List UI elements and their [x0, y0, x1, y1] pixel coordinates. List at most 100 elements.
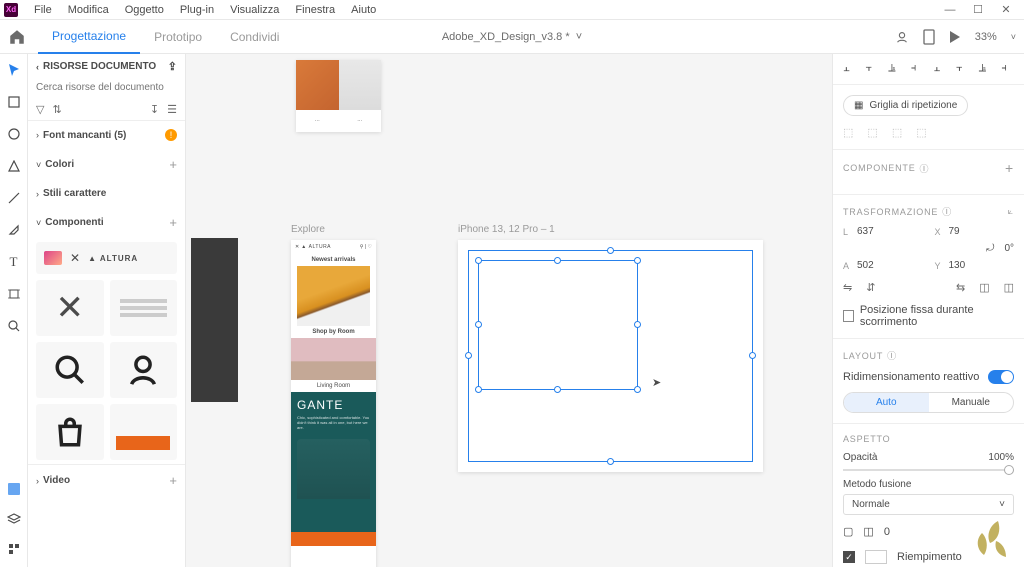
component-search[interactable] — [36, 342, 104, 398]
selection-inner[interactable] — [478, 260, 638, 390]
zoom-level[interactable]: 33% — [975, 31, 997, 43]
component-x[interactable]: ✕ — [36, 280, 104, 336]
back-chevron-icon[interactable]: ‹ — [36, 62, 39, 72]
layout-segmented[interactable]: Auto Manuale — [843, 392, 1014, 413]
section-colors[interactable]: ˅Colori+ — [28, 149, 185, 180]
zoom-chevron-icon[interactable]: ˅ — [1011, 32, 1016, 42]
list-view-icon[interactable]: ☰ — [167, 103, 177, 116]
polygon-tool-icon[interactable] — [6, 158, 22, 174]
3d-icon[interactable]: ⟀ — [1008, 206, 1014, 217]
opacity-slider[interactable] — [843, 469, 1014, 471]
minimize-icon[interactable]: — — [936, 4, 964, 16]
tab-design[interactable]: Progettazione — [38, 20, 140, 54]
rotation-input[interactable]: 0° — [1004, 243, 1014, 254]
menu-window[interactable]: Finestra — [287, 4, 343, 16]
section-char-styles[interactable]: ›Stili carattere — [28, 180, 185, 207]
menu-help[interactable]: Aiuto — [343, 4, 384, 16]
add-color-icon[interactable]: + — [169, 157, 177, 172]
info-icon[interactable]: ⓘ — [887, 349, 897, 362]
section-video[interactable]: ›Video+ — [28, 464, 185, 496]
section-missing-fonts[interactable]: ›Font mancanti (5) ! — [28, 121, 185, 149]
artboard-tool-icon[interactable] — [6, 286, 22, 302]
assets-search-input[interactable] — [36, 82, 177, 93]
align-bottom-icon[interactable]: ⫡ — [979, 62, 992, 76]
lock-aspect-icon[interactable]: ⇆ — [956, 281, 965, 294]
component-button[interactable] — [110, 404, 178, 460]
tab-share[interactable]: Condividi — [216, 20, 293, 54]
device-preview-icon[interactable] — [923, 29, 935, 45]
select-tool-icon[interactable] — [6, 62, 22, 78]
boolean-exclude-icon[interactable]: ⬚ — [916, 126, 926, 139]
tab-prototype[interactable]: Prototipo — [140, 20, 216, 54]
rectangle-tool-icon[interactable] — [6, 94, 22, 110]
share-assets-icon[interactable]: ⇪ — [168, 60, 177, 73]
component-header[interactable]: ✕ ▲ ALTURA — [36, 242, 177, 274]
home-icon[interactable] — [8, 28, 26, 46]
add-video-icon[interactable]: + — [169, 473, 177, 488]
boolean-add-icon[interactable]: ⬚ — [843, 126, 853, 139]
fill-checkbox[interactable]: ✓ — [843, 551, 855, 563]
y-input[interactable]: 130 — [949, 260, 966, 271]
dark-artboard[interactable] — [191, 238, 238, 402]
menu-edit[interactable]: Modifica — [60, 4, 117, 16]
add-component-plus-icon[interactable]: + — [1005, 160, 1014, 176]
menu-plugin[interactable]: Plug-in — [172, 4, 222, 16]
align-center-h-icon[interactable]: ⫟ — [866, 62, 879, 76]
document-title[interactable]: Adobe_XD_Design_v3.8 * ˅ — [442, 31, 582, 43]
add-component-icon[interactable]: + — [169, 215, 177, 230]
menu-file[interactable]: File — [26, 4, 60, 16]
maximize-icon[interactable]: ☐ — [964, 3, 992, 16]
assets-panel-icon[interactable] — [6, 481, 22, 497]
align-middle-icon[interactable]: ⫟ — [956, 62, 969, 76]
section-components[interactable]: ˅Componenti+ — [28, 207, 185, 238]
x-input[interactable]: 79 — [949, 226, 960, 237]
component-lines[interactable] — [110, 280, 178, 336]
menu-object[interactable]: Oggetto — [117, 4, 172, 16]
align-dist-icon[interactable]: ⫞ — [911, 62, 924, 76]
blend-mode-select[interactable]: Normale˅ — [843, 494, 1014, 515]
filter-icon[interactable]: ▽ — [36, 103, 44, 116]
artboard-explore[interactable]: Explore ✕▲ALTURA⚲ | ♡ Newest arrivals Sh… — [291, 240, 376, 567]
artboard-label[interactable]: Explore — [291, 224, 325, 235]
text-tool-icon[interactable]: T — [6, 254, 22, 270]
repeat-grid-button[interactable]: ▦Griglia di ripetizione — [843, 95, 968, 116]
boolean-subtract-icon[interactable]: ⬚ — [867, 126, 877, 139]
rotate-icon[interactable]: ⤾ — [986, 243, 994, 254]
corner-each-icon[interactable]: ◫ — [863, 525, 873, 538]
info-icon[interactable]: ⓘ — [920, 162, 930, 175]
artboard-iphone[interactable]: iPhone 13, 12 Pro – 1 — [458, 240, 763, 472]
boolean-intersect-icon[interactable]: ⬚ — [892, 126, 902, 139]
ellipse-tool-icon[interactable] — [6, 126, 22, 142]
canvas[interactable]: ······ Explore ✕▲ALTURA⚲ | ♡ Newest arri… — [186, 54, 832, 567]
close-icon[interactable]: ✕ — [992, 3, 1020, 16]
flip-h-icon[interactable]: ⇋ — [843, 281, 852, 294]
responsive-toggle[interactable] — [988, 370, 1014, 384]
info-icon[interactable]: ⓘ — [942, 205, 952, 218]
line-tool-icon[interactable] — [6, 190, 22, 206]
corner2-icon[interactable]: ◫ — [1004, 281, 1014, 294]
artboard-thumbnail[interactable]: ······ — [296, 60, 381, 132]
cloud-user-icon[interactable] — [895, 30, 909, 44]
layers-panel-icon[interactable] — [6, 511, 22, 527]
corner-icon[interactable]: ◫ — [979, 281, 989, 294]
fill-color-swatch[interactable] — [865, 550, 887, 564]
pen-tool-icon[interactable] — [6, 222, 22, 238]
flip-v-icon[interactable]: ⇵ — [866, 281, 875, 294]
align-top-icon[interactable]: ⫠ — [934, 62, 947, 76]
fixed-position-checkbox[interactable] — [843, 310, 854, 322]
plugins-panel-icon[interactable] — [6, 541, 22, 557]
component-user[interactable] — [110, 342, 178, 398]
sort-icon[interactable]: ⇅ — [52, 103, 61, 116]
corner-all-icon[interactable]: ▢ — [843, 525, 853, 538]
align-dist-v-icon[interactable]: ⫞ — [1001, 62, 1014, 76]
seg-auto[interactable]: Auto — [844, 393, 929, 412]
component-bag[interactable] — [36, 404, 104, 460]
artboard-label[interactable]: iPhone 13, 12 Pro – 1 — [458, 224, 555, 235]
play-icon[interactable] — [949, 30, 961, 44]
list-small-icon[interactable]: ↧ — [150, 103, 159, 116]
opacity-value[interactable]: 100% — [988, 452, 1014, 463]
align-left-icon[interactable]: ⫠ — [843, 62, 856, 76]
radius-input[interactable]: 0 — [884, 526, 890, 538]
zoom-tool-icon[interactable] — [6, 318, 22, 334]
align-right-icon[interactable]: ⫡ — [888, 62, 901, 76]
